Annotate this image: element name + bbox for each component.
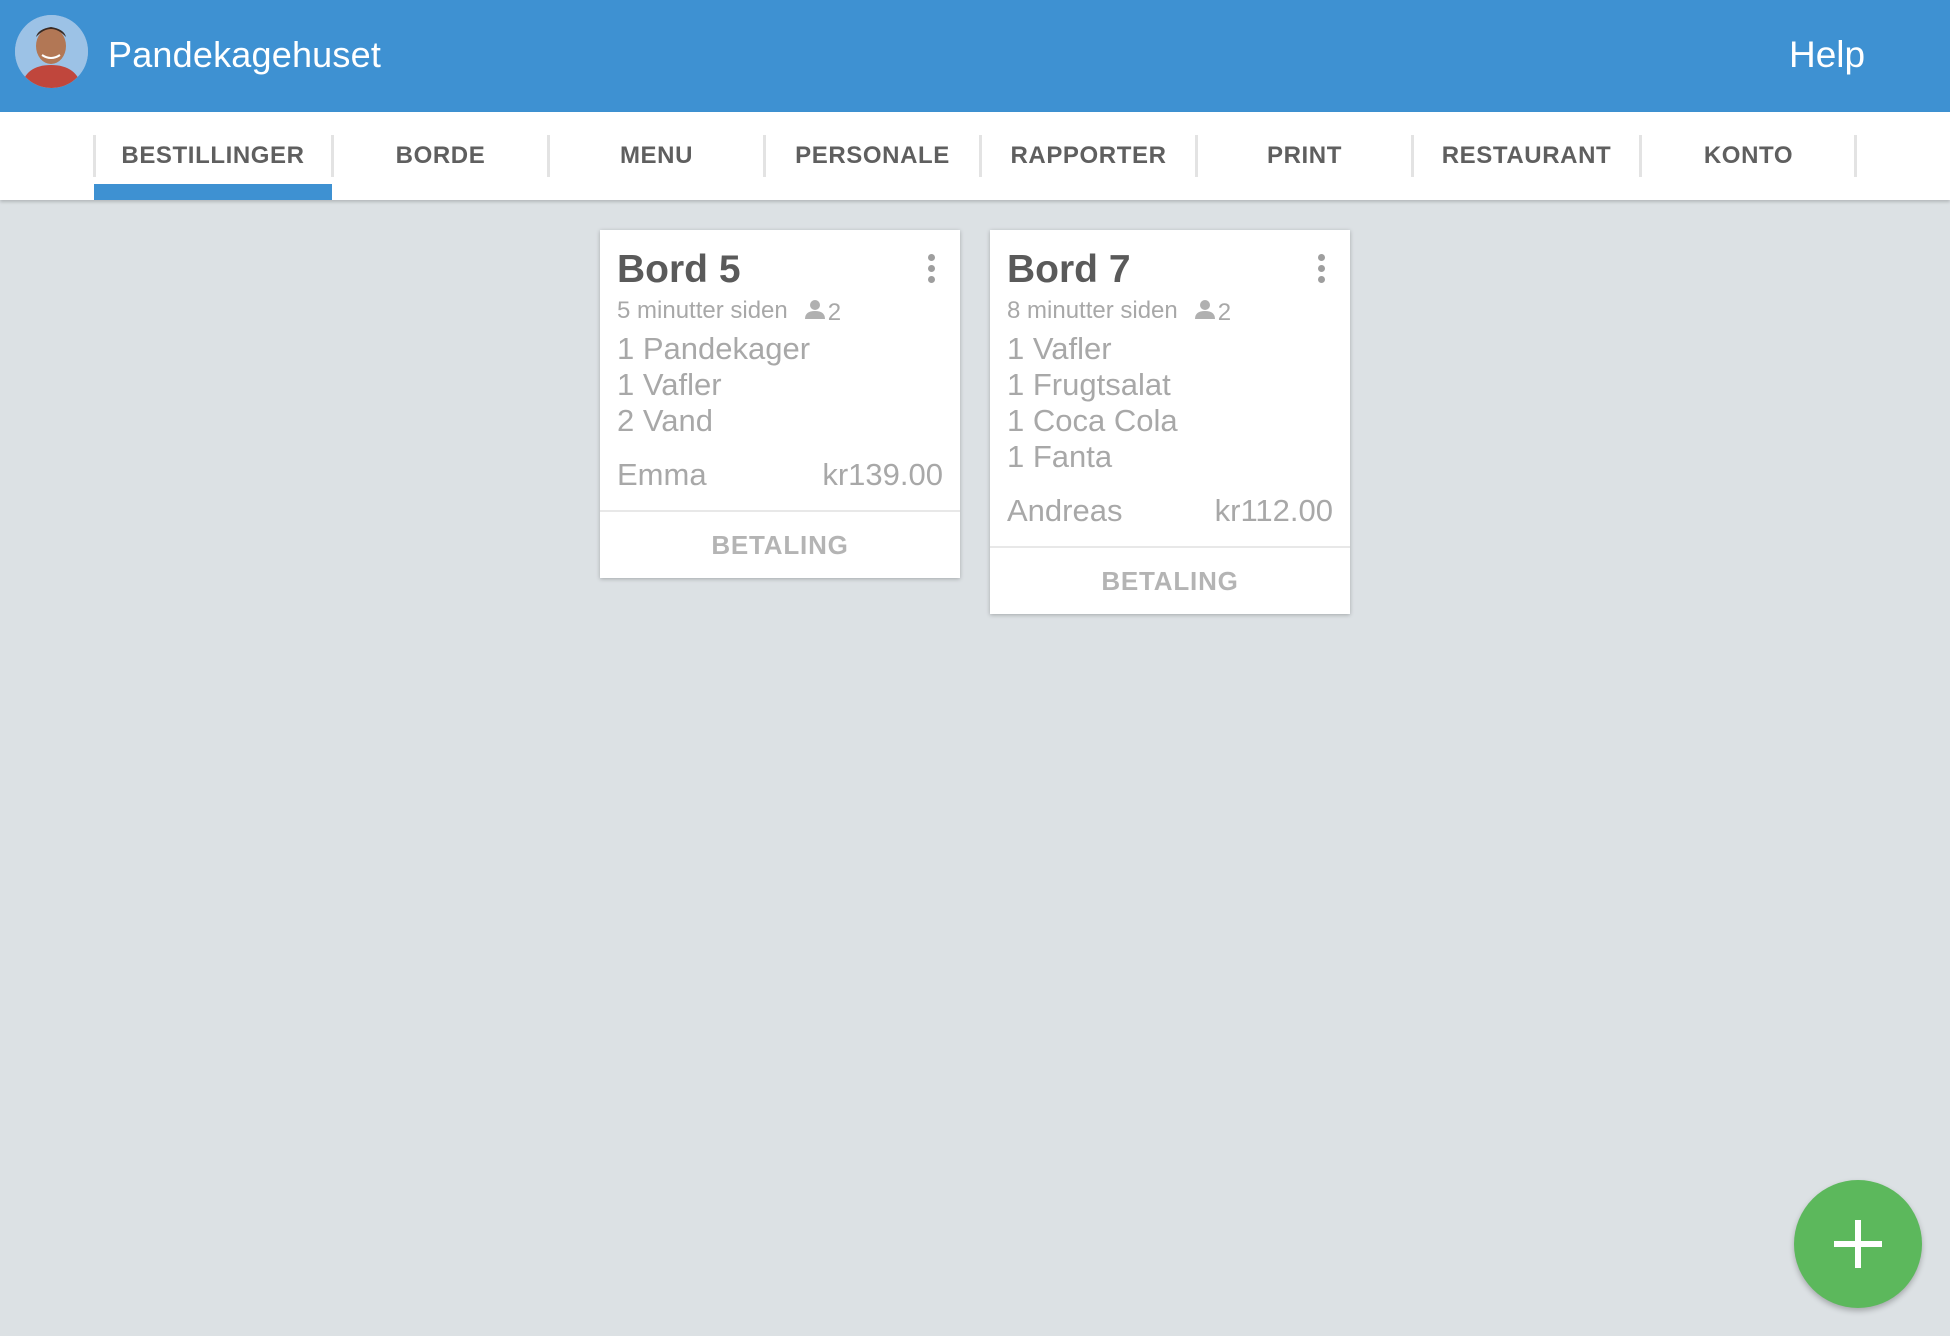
order-waiter: Andreas [1007, 493, 1123, 528]
order-total: kr139.00 [822, 457, 943, 492]
person-icon [1194, 300, 1215, 319]
help-link[interactable]: Help [1789, 33, 1865, 77]
order-total: kr112.00 [1214, 493, 1333, 528]
plus-icon [1834, 1220, 1882, 1268]
order-time-ago: 5 minutter siden [617, 297, 788, 324]
tab-menu[interactable]: MENU [550, 112, 763, 200]
order-waiter: Emma [617, 457, 707, 492]
order-card[interactable]: Bord 7 8 minutter siden 2 1 Vafler 1 Frug… [990, 230, 1350, 614]
app-header: Pandekagehuset Help [0, 0, 1950, 112]
guest-count: 2 [1217, 299, 1232, 326]
tab-borde[interactable]: BORDE [334, 112, 547, 200]
order-meta: 8 minutter siden 2 [1007, 296, 1231, 328]
order-item: 2 Vand [617, 403, 713, 438]
user-photo [15, 15, 88, 88]
order-time-ago: 8 minutter siden [1007, 297, 1178, 324]
tab-konto[interactable]: KONTO [1642, 112, 1855, 200]
order-meta: 5 minutter siden 2 [617, 296, 841, 328]
guest-count: 2 [827, 299, 842, 326]
active-tab-indicator [94, 184, 332, 200]
order-card[interactable]: Bord 5 5 minutter siden 2 1 Pandekager 1 … [600, 230, 960, 578]
order-item: 1 Vafler [617, 367, 722, 402]
order-item: 1 Pandekager [617, 331, 811, 366]
order-items: 1 Pandekager 1 Vafler 2 Vand [617, 331, 810, 439]
tab-personale[interactable]: PERSONALE [766, 112, 979, 200]
order-item: 1 Vafler [1007, 331, 1112, 366]
more-vert-icon[interactable] [924, 254, 938, 288]
order-item: 1 Coca Cola [1007, 403, 1178, 438]
avatar[interactable] [15, 15, 88, 88]
order-item: 1 Fanta [1007, 439, 1113, 474]
app-title: Pandekagehuset [108, 34, 382, 75]
payment-button[interactable]: BETALING [990, 548, 1350, 614]
tab-restaurant[interactable]: RESTAURANT [1414, 112, 1639, 200]
order-table-name: Bord 7 [1007, 248, 1131, 291]
tab-print[interactable]: PRINT [1198, 112, 1411, 200]
more-vert-icon[interactable] [1314, 254, 1328, 288]
order-table-name: Bord 5 [617, 248, 741, 291]
payment-button[interactable]: BETALING [600, 512, 960, 578]
order-item: 1 Frugtsalat [1007, 367, 1171, 402]
person-icon [804, 300, 825, 319]
tab-rapporter[interactable]: RAPPORTER [982, 112, 1195, 200]
main-tab-bar: BESTILLINGER BORDE MENU PERSONALE RAPPOR… [0, 112, 1950, 200]
tab-divider [1854, 135, 1857, 177]
add-order-button[interactable] [1794, 1180, 1922, 1308]
order-items: 1 Vafler 1 Frugtsalat 1 Coca Cola 1 Fant… [1007, 331, 1178, 475]
